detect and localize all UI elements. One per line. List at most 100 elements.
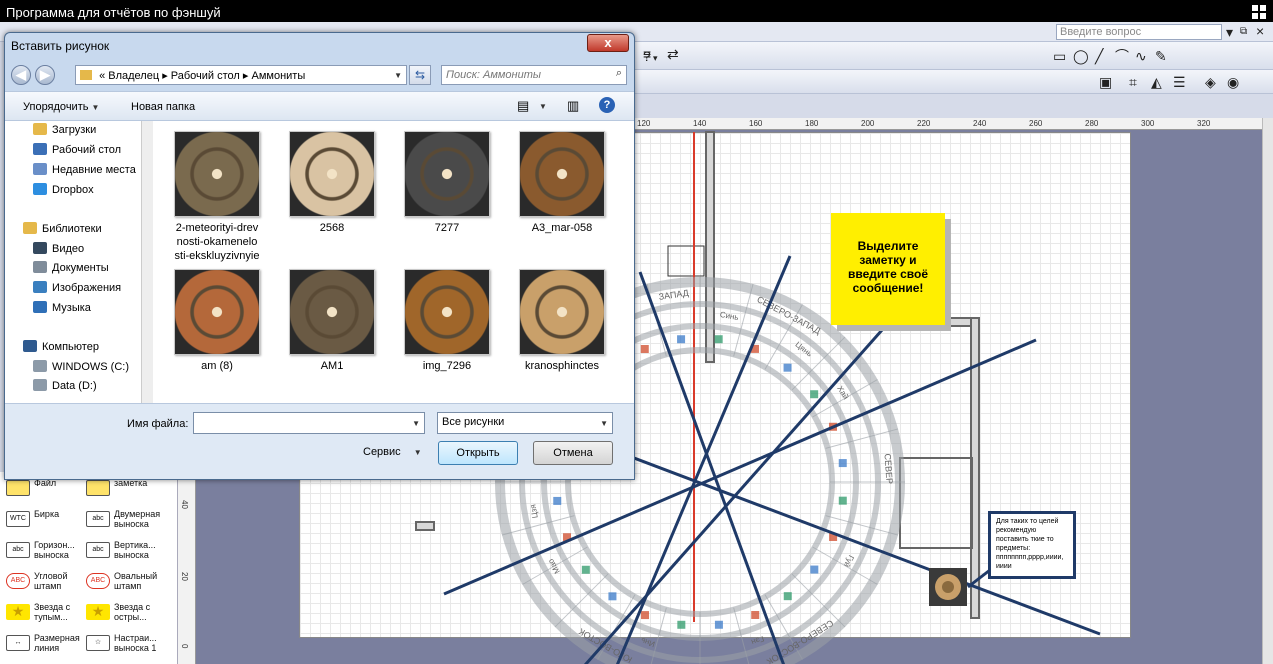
stencil-shape-icon <box>86 480 110 496</box>
stencil-shape-icon: abc <box>86 511 110 527</box>
breadcrumb-item-0[interactable]: Владелец <box>108 70 159 82</box>
video-icon <box>33 242 47 254</box>
organize-button[interactable]: Упорядочить ▼ <box>23 101 99 113</box>
nav-item-3[interactable]: Dropbox <box>33 183 94 201</box>
stencil-shape-label: Угловой штамп <box>34 571 68 591</box>
open-button[interactable]: Открыть <box>438 441 518 465</box>
stencil-shape[interactable]: Файл <box>6 476 84 506</box>
nav-item-8[interactable]: Музыка <box>33 301 91 319</box>
pencil-tool-icon[interactable]: ✎ <box>1155 48 1167 64</box>
file-thumbnail[interactable]: kranosphinctes <box>512 269 612 373</box>
stencil-shape[interactable]: WTC Бирка <box>6 507 84 537</box>
view-options-icon[interactable]: ▤ <box>517 98 529 114</box>
vertical-scrollbar[interactable] <box>1262 118 1273 664</box>
new-folder-button[interactable]: Новая папка <box>131 101 195 113</box>
ruler-tick-label: 280 <box>1085 119 1099 128</box>
file-thumbnail[interactable]: am (8) <box>167 269 267 373</box>
command-bar: Упорядочить ▼ Новая папка ▤ ▼ ▥ ? <box>5 91 634 121</box>
file-thumbnail[interactable]: 2-meteorityi-drev nosti-okamenelo sti-eksk… <box>167 131 267 263</box>
stencil-shape[interactable]: ☆ Настраи... выноска 1 <box>86 631 164 661</box>
yellow-sticky-note[interactable]: Выделите заметку и введите своё сообщени… <box>831 213 945 325</box>
breadcrumb-item-1[interactable]: Рабочий стол <box>171 70 240 82</box>
line-ends-icon[interactable]: ⇄ <box>667 46 679 62</box>
nav-item-6[interactable]: Документы <box>33 261 109 279</box>
nav-item-9[interactable]: Компьютер <box>23 340 99 358</box>
file-thumbnail[interactable]: 2568 <box>282 131 382 235</box>
stencil-shape-icon: ★ <box>86 604 110 620</box>
stencil-shape[interactable]: ★ Звезда с тупым... <box>6 600 84 630</box>
ellipse-tool-icon[interactable]: ◯ <box>1073 48 1089 64</box>
compass-label: Цзя <box>528 504 539 519</box>
menu-close-icon[interactable]: × <box>1256 23 1264 39</box>
nav-item-11[interactable]: Data (D:) <box>33 379 97 397</box>
file-thumbnail[interactable]: AM1 <box>282 269 382 373</box>
recommendation-callout[interactable]: Для таких то целей рекомендую поставить … <box>988 511 1076 579</box>
nav-item-10[interactable]: WINDOWS (C:) <box>33 360 129 378</box>
grid-icon[interactable] <box>1251 4 1267 20</box>
nav-item-5[interactable]: Видео <box>33 242 84 260</box>
service-button[interactable]: Сервис ▼ <box>363 446 422 458</box>
stencil-shape[interactable]: заметка <box>86 476 164 506</box>
ruler-tick-label: 0 <box>180 644 189 649</box>
cancel-button[interactable]: Отмена <box>533 441 613 465</box>
line-color-icon[interactable]: ◉ <box>1227 74 1239 90</box>
breadcrumb-item-2[interactable]: Аммониты <box>251 70 305 82</box>
stencil-shape[interactable]: abc Вертика... выноска <box>86 538 164 568</box>
help-icon[interactable]: ? <box>599 97 615 113</box>
address-dropdown-icon[interactable]: ▼ <box>394 71 402 80</box>
file-thumbnail[interactable]: 7277 <box>397 131 497 235</box>
line-style-icon[interactable]: ☰ <box>1173 74 1186 90</box>
filename-dropdown-icon[interactable]: ▼ <box>412 419 420 428</box>
navigation-scrollbar[interactable] <box>141 121 153 403</box>
computer-icon <box>23 340 37 352</box>
ammonite-photo[interactable] <box>929 568 967 606</box>
dialog-close-button[interactable]: x <box>587 34 629 52</box>
shadow-icon[interactable]: ◭ <box>1151 74 1162 90</box>
images-icon <box>33 281 47 293</box>
arc-tool-icon[interactable]: ⌒ <box>1115 48 1129 64</box>
menu-restore-icon[interactable]: ⧉ <box>1240 24 1247 40</box>
stencil-shape-icon: abc <box>6 542 30 558</box>
nav-item-7[interactable]: Изображения <box>33 281 121 299</box>
back-button[interactable]: ◀ <box>11 65 31 85</box>
nav-item-0[interactable]: Загрузки <box>33 123 96 141</box>
line-weight-icon[interactable]: ≡ <box>643 46 651 62</box>
file-name-line: 2-meteorityi-drev <box>175 222 259 234</box>
forward-button[interactable]: ▶ <box>35 65 55 85</box>
stencil-shape-icon: ABC <box>6 573 30 589</box>
view-dropdown-icon[interactable]: ▼ <box>539 102 547 111</box>
refresh-button[interactable]: ⇆ <box>409 65 431 85</box>
ruler-tick-label: 200 <box>861 119 875 128</box>
fill-color-icon[interactable]: ◈ <box>1205 74 1216 90</box>
ruler-tick-label: 120 <box>637 119 651 128</box>
insert-picture-icon[interactable]: ▣ <box>1099 74 1112 90</box>
address-bar[interactable]: « Владелец ▸ Рабочий стол ▸ Аммониты ▼ <box>75 65 407 85</box>
stencil-shape[interactable]: ↔ Размерная линия <box>6 631 84 661</box>
file-thumbnail[interactable]: A3_mar-058 <box>512 131 612 235</box>
menu-minimize-icon[interactable]: ▾ <box>1226 24 1233 40</box>
file-thumbnail[interactable]: img_7296 <box>397 269 497 373</box>
filetype-select[interactable]: Все рисунки ▼ <box>437 412 613 434</box>
ask-question-input[interactable]: Введите вопрос <box>1056 24 1222 40</box>
stencil-shape[interactable]: ABC Овальный штамп <box>86 569 164 599</box>
back-arrow-icon: ◀ <box>16 67 26 82</box>
stencil-shape[interactable]: abc Двумерная выноска <box>86 507 164 537</box>
line-tool-icon[interactable]: ╱ <box>1095 48 1103 64</box>
search-input[interactable]: Поиск: Аммониты ⌕ <box>441 65 627 85</box>
freeform-tool-icon[interactable]: ∿ <box>1135 48 1147 64</box>
toolbar-dropdown-icon[interactable]: ▾ <box>653 50 658 66</box>
compass-label: СЕВЕР <box>882 453 894 484</box>
rectangle-tool-icon[interactable]: ▭ <box>1053 48 1066 64</box>
file-name-line: nosti-okamenelo <box>176 236 258 248</box>
stencil-shape[interactable]: ABC Угловой штамп <box>6 569 84 599</box>
nav-item-2[interactable]: Недавние места <box>33 163 136 181</box>
stencil-shape[interactable]: ★ Звезда с остры... <box>86 600 164 630</box>
preview-pane-icon[interactable]: ▥ <box>567 98 579 114</box>
nav-item-1[interactable]: Рабочий стол <box>33 143 121 161</box>
filename-input[interactable]: ▼ <box>193 412 425 434</box>
ammonite-image <box>174 131 260 217</box>
crop-icon[interactable]: ⌗ <box>1129 74 1137 90</box>
vertical-ruler: 40 20 0 <box>178 460 196 664</box>
stencil-shape[interactable]: abc Горизон... выноска <box>6 538 84 568</box>
nav-item-4[interactable]: Библиотеки <box>23 222 102 240</box>
